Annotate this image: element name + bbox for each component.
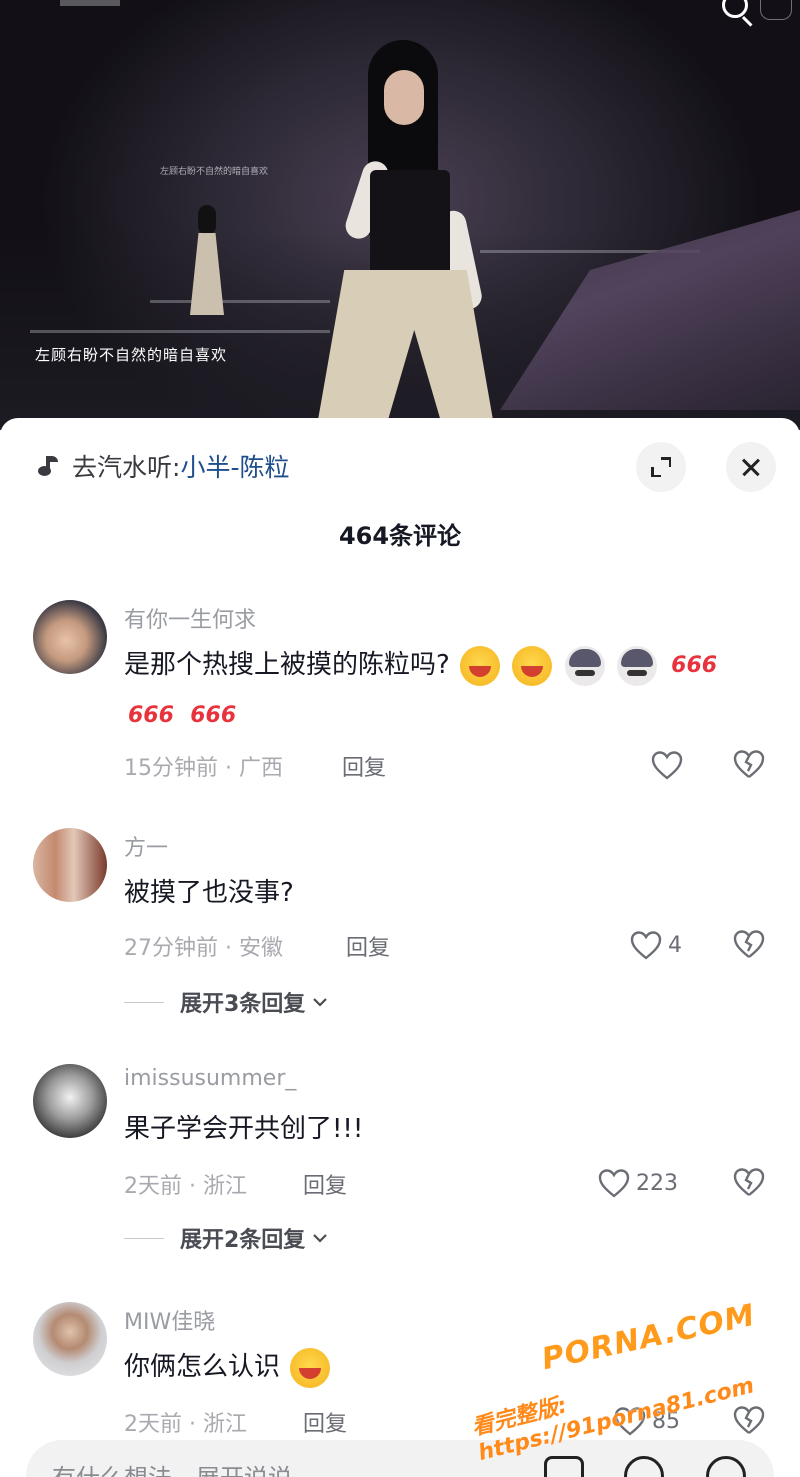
expand-replies-button[interactable]: 展开2条回复 [124,1222,329,1254]
music-note-icon [36,454,60,478]
like-count: 4 [668,932,682,958]
comment-text: 是那个热搜上被摸的陈粒吗? 666 666 666 [124,640,764,741]
laughing-crying-emoji [460,645,501,686]
expand-icon [651,457,671,477]
like-button[interactable]: 223 [598,1166,678,1200]
emoji-icon[interactable] [706,1456,746,1477]
like-button[interactable] [651,748,683,782]
mention-icon[interactable] [624,1456,664,1477]
search-icon[interactable] [720,0,756,28]
comment-time-location: 15分钟前 · 广西 [124,756,283,781]
broken-heart-icon[interactable] [733,748,765,780]
video-player[interactable]: 左顾右盼不自然的暗自喜欢 左顾右盼不自然的暗自喜欢 [0,0,800,430]
six-six-six-emoji: 666 [128,703,174,728]
husky-emoji [616,645,657,686]
stage-line [150,300,330,303]
video-lyric-caption: 左顾右盼不自然的暗自喜欢 [35,346,228,364]
like-button[interactable]: 4 [630,928,682,962]
expand-replies-label: 展开3条回复 [180,992,306,1017]
heart-icon [598,1169,630,1198]
comment-input-bar[interactable]: 有什么想法，展开说说 [26,1440,774,1477]
comment-username[interactable]: 有你一生何求 [124,602,256,634]
avatar[interactable] [33,1064,107,1138]
expand-replies-label: 展开2条回复 [180,1228,306,1253]
reply-button[interactable]: 回复 [342,750,386,782]
channel-logo [60,0,120,6]
broken-heart-icon[interactable] [733,928,765,960]
like-count: 223 [636,1170,678,1196]
music-link[interactable]: 去汽水听: 小半-陈粒 [36,450,289,482]
expand-replies-button[interactable]: 展开3条回复 [124,986,329,1018]
comment-text-body: 你俩怎么认识 [124,1352,281,1382]
broken-heart-icon[interactable] [733,1404,765,1436]
reply-button[interactable]: 回复 [303,1406,347,1438]
background-dancer [186,205,226,315]
stage-line [30,330,330,333]
comment-username[interactable]: imissusummer_ [124,1066,296,1091]
laughing-crying-emoji [290,1347,331,1388]
music-link-prefix: 去汽水听: [72,453,181,482]
reply-button[interactable]: 回复 [303,1168,347,1200]
stage-screen-lyric: 左顾右盼不自然的暗自喜欢 [160,167,269,177]
avatar[interactable] [33,1302,107,1376]
expand-fullscreen-button[interactable] [636,442,686,492]
comment-input-placeholder[interactable]: 有什么想法，展开说说 [52,1458,292,1477]
comment-time-location: 2天前 · 浙江 [124,1412,247,1437]
comment-text-body: 是那个热搜上被摸的陈粒吗? [124,650,450,680]
music-link-song[interactable]: 小半-陈粒 [180,448,289,484]
husky-emoji [564,645,605,686]
avatar[interactable] [33,828,107,902]
corner-logo-icon [760,0,792,20]
close-button[interactable] [726,442,776,492]
six-six-six-emoji: 666 [671,652,718,678]
comment-username[interactable]: MIW佳晓 [124,1304,215,1336]
avatar[interactable] [33,600,107,674]
heart-icon [651,751,683,780]
comment-count: 464条评论 [338,522,462,550]
reply-button[interactable]: 回复 [346,930,390,962]
chevron-down-icon [313,1234,328,1243]
comment-username[interactable]: 方一 [124,830,168,862]
heart-icon [630,931,662,960]
comment-time-location: 27分钟前 · 安徽 [124,936,283,961]
laughing-crying-emoji [512,645,553,686]
six-six-six-emoji: 666 [190,703,237,728]
comment-text: 果子学会开共创了!!! [124,1114,364,1144]
comment-time-location: 2天前 · 浙江 [124,1174,247,1199]
chevron-down-icon [313,998,328,1007]
image-icon[interactable] [544,1456,584,1477]
comment-text: 被摸了也没事? [124,878,294,908]
broken-heart-icon[interactable] [733,1166,765,1198]
singer-figure [318,40,498,420]
